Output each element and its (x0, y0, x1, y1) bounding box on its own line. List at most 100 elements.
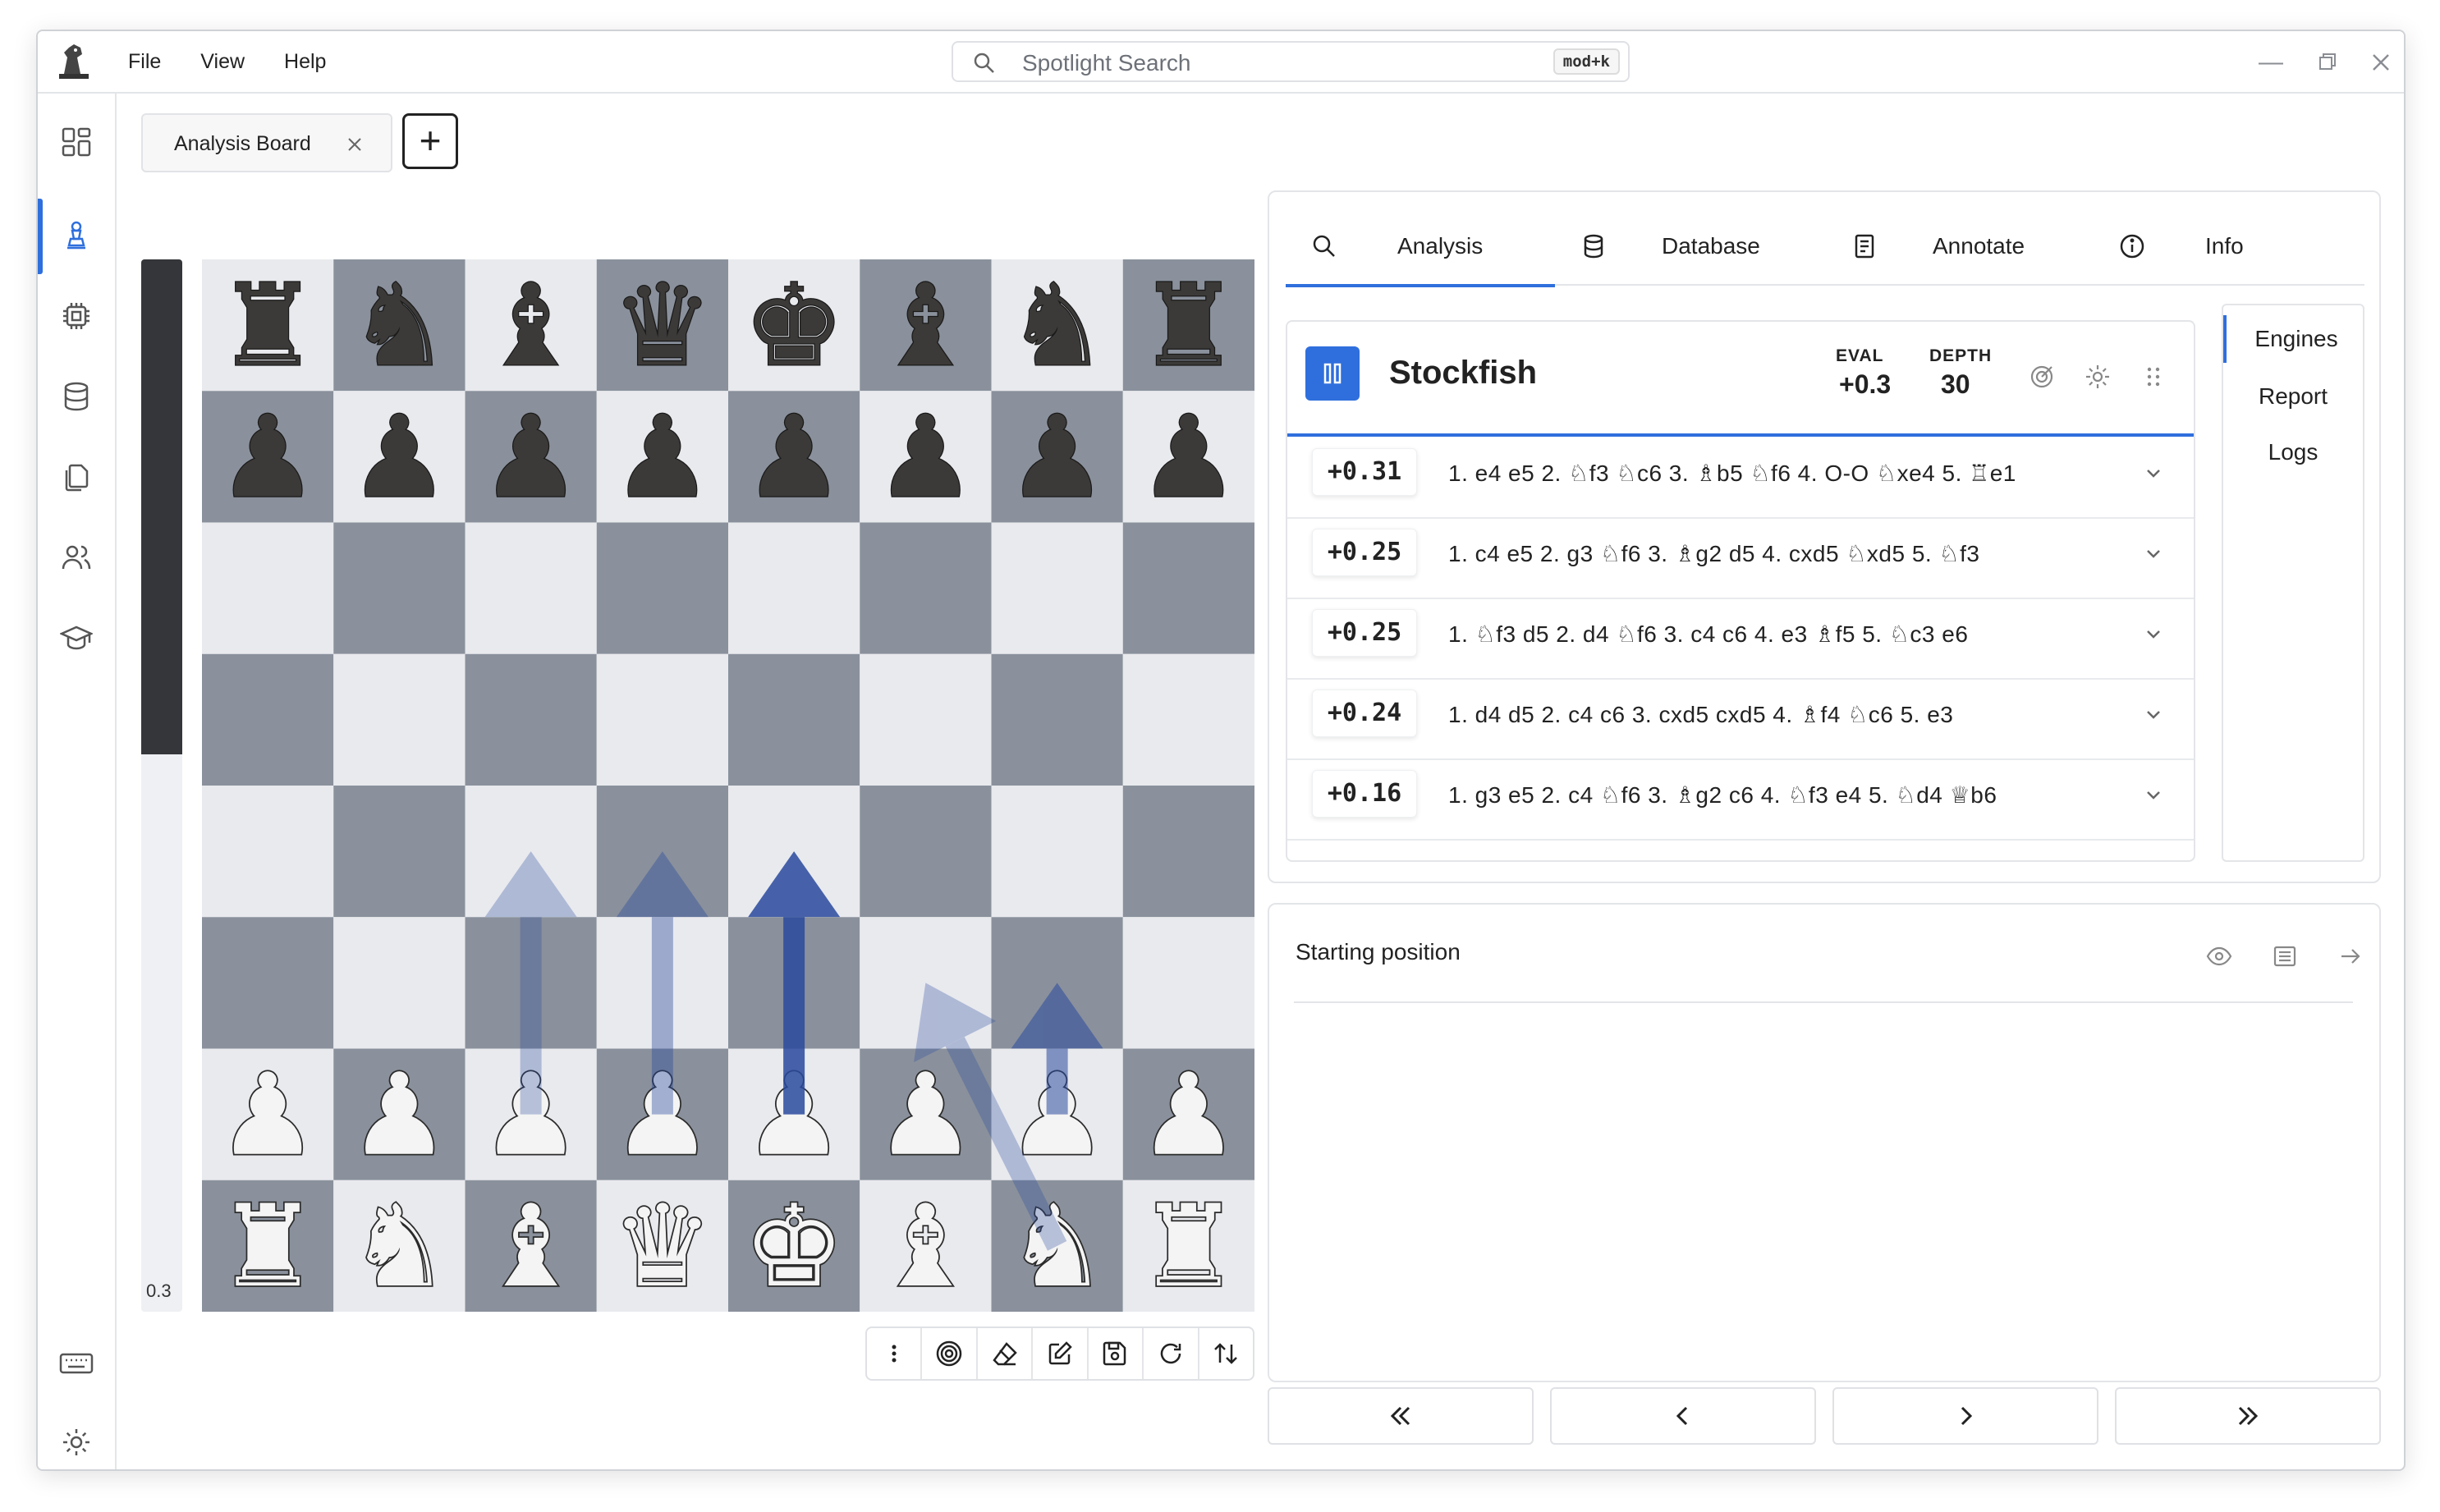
engine-chip-icon[interactable] (56, 296, 97, 337)
engine-settings-icon[interactable] (2084, 363, 2112, 391)
close-icon[interactable] (2364, 46, 2397, 79)
dashboard-icon[interactable] (56, 121, 97, 163)
target-icon[interactable] (922, 1328, 978, 1379)
white-rook-piece[interactable]: ♜ (1136, 1179, 1241, 1312)
black-bishop-piece[interactable]: ♝ (479, 259, 583, 392)
pause-engine-button[interactable] (1305, 346, 1360, 401)
black-queen-piece[interactable]: ♛ (611, 259, 714, 392)
chevron-down-icon[interactable] (2141, 783, 2166, 808)
square-a3[interactable] (202, 917, 334, 1049)
users-icon[interactable] (56, 537, 97, 578)
keyboard-icon[interactable] (56, 1343, 97, 1384)
black-rook-piece[interactable]: ♜ (216, 259, 319, 392)
tab-info[interactable]: Info (2094, 208, 2363, 284)
chevron-down-icon[interactable] (2141, 461, 2166, 486)
flip-board-icon[interactable] (1199, 1328, 1253, 1379)
square-a5[interactable] (202, 653, 334, 786)
line-moves[interactable]: 1. g3 e5 2. c4 ♘f6 3. ♗g2 c6 4. ♘f3 e4 5… (1448, 781, 1997, 809)
white-queen-piece[interactable]: ♛ (610, 1179, 714, 1312)
maximize-icon[interactable] (2310, 46, 2343, 79)
spotlight-search[interactable]: Spotlight Search mod+k (952, 41, 1630, 82)
black-pawn-piece[interactable]: ♟ (347, 390, 451, 525)
arrow-right-icon[interactable] (2337, 942, 2364, 970)
square-e6[interactable] (728, 522, 860, 654)
square-h4[interactable] (1122, 786, 1254, 918)
black-king-piece[interactable]: ♚ (742, 259, 846, 392)
black-rook-piece[interactable]: ♜ (1137, 259, 1241, 392)
chevron-down-icon[interactable] (2141, 622, 2166, 647)
engine-line[interactable]: +0.31 1. e4 e5 2. ♘f3 ♘c6 3. ♗b5 ♘f6 4. … (1287, 437, 2194, 519)
menu-help[interactable]: Help (284, 50, 326, 74)
side-tab-logs[interactable]: Logs (2223, 428, 2363, 476)
square-b3[interactable] (333, 917, 466, 1049)
white-bishop-piece[interactable]: ♝ (479, 1179, 583, 1312)
square-f5[interactable] (860, 653, 992, 786)
tab-database[interactable]: Database (1555, 208, 1824, 284)
engine-line[interactable]: +0.16 1. g3 e5 2. c4 ♘f6 3. ♗g2 c6 4. ♘f… (1287, 758, 2194, 841)
white-bishop-piece[interactable]: ♝ (874, 1179, 978, 1312)
target-engine-icon[interactable] (2028, 363, 2056, 391)
tab-close-icon[interactable] (346, 130, 363, 159)
square-g4[interactable] (991, 786, 1123, 918)
edit-icon[interactable] (1033, 1328, 1089, 1379)
square-e5[interactable] (728, 653, 860, 786)
settings-gear-icon[interactable] (56, 1422, 97, 1463)
square-b4[interactable] (333, 786, 466, 918)
white-knight-piece[interactable]: ♞ (1005, 1179, 1109, 1312)
save-icon[interactable] (1089, 1328, 1144, 1379)
engine-line[interactable]: +0.25 1. ♘f3 d5 2. d4 ♘f6 3. c4 c6 4. e3… (1287, 598, 2194, 680)
side-tab-engines[interactable]: Engines (2223, 315, 2366, 363)
square-c5[interactable] (465, 653, 597, 786)
square-f4[interactable] (860, 786, 992, 918)
black-knight-piece[interactable]: ♞ (347, 259, 451, 392)
black-pawn-piece[interactable]: ♟ (1006, 390, 1109, 525)
tab-annotate[interactable]: Annotate (1824, 208, 2094, 284)
chevron-down-icon[interactable] (2141, 703, 2166, 727)
square-a4[interactable] (202, 786, 334, 918)
white-rook-piece[interactable]: ♜ (216, 1179, 320, 1312)
white-king-piece[interactable]: ♚ (742, 1179, 846, 1312)
eye-icon[interactable] (2205, 942, 2233, 970)
square-b5[interactable] (333, 653, 466, 786)
black-pawn-piece[interactable]: ♟ (1137, 390, 1241, 525)
chess-pawn-icon[interactable] (56, 215, 97, 256)
chess-board[interactable]: ♜ ♞ ♝ ♛ ♚ ♝ ♞ ♜ ♟ ♟ ♟ ♟ ♟ ♟ ♟ ♟ ♟ ♟ ♟ ♟ ♟ ♟ ♟ ♟ ♜ ♞ ♝ ♛ ♚ ♝ ♞ ♜ (202, 259, 1254, 1312)
database-icon[interactable] (56, 376, 97, 417)
black-pawn-piece[interactable]: ♟ (216, 390, 319, 525)
files-icon[interactable] (56, 456, 97, 497)
eraser-icon[interactable] (978, 1328, 1034, 1379)
engine-line[interactable]: +0.24 1. d4 d5 2. c4 c6 3. cxd5 cxd5 4. … (1287, 678, 2194, 760)
go-end-button[interactable] (2115, 1387, 2381, 1445)
square-a6[interactable] (202, 522, 334, 654)
white-pawn-piece[interactable]: ♟ (1136, 1047, 1241, 1183)
reload-icon[interactable] (1144, 1328, 1199, 1379)
square-b6[interactable] (333, 522, 466, 654)
white-pawn-piece[interactable]: ♟ (216, 1047, 320, 1183)
tab-analysis-board[interactable]: Analysis Board (141, 113, 392, 172)
square-h3[interactable] (1122, 917, 1254, 1049)
black-pawn-piece[interactable]: ♟ (742, 390, 846, 525)
minimize-icon[interactable]: — (2254, 46, 2287, 79)
square-g6[interactable] (991, 522, 1123, 654)
next-move-button[interactable] (1832, 1387, 2098, 1445)
previous-move-button[interactable] (1550, 1387, 1816, 1445)
notes-icon[interactable] (2271, 942, 2299, 970)
black-bishop-piece[interactable]: ♝ (874, 259, 977, 392)
black-pawn-piece[interactable]: ♟ (611, 390, 714, 525)
menu-file[interactable]: File (128, 50, 161, 74)
square-h5[interactable] (1122, 653, 1254, 786)
side-tab-report[interactable]: Report (2223, 373, 2363, 420)
square-g5[interactable] (991, 653, 1123, 786)
square-d5[interactable] (596, 653, 728, 786)
learn-icon[interactable] (56, 617, 97, 658)
chevron-down-icon[interactable] (2141, 542, 2166, 566)
square-f6[interactable] (860, 522, 992, 654)
black-knight-piece[interactable]: ♞ (1006, 259, 1109, 392)
go-start-button[interactable] (1268, 1387, 1534, 1445)
line-moves[interactable]: 1. c4 e5 2. g3 ♘f6 3. ♗g2 d5 4. cxd5 ♘xd… (1448, 540, 1979, 567)
add-tab-button[interactable]: + (402, 113, 458, 169)
menu-view[interactable]: View (200, 50, 245, 74)
square-d6[interactable] (596, 522, 728, 654)
square-c6[interactable] (465, 522, 597, 654)
tab-analysis[interactable]: Analysis (1286, 208, 1555, 287)
